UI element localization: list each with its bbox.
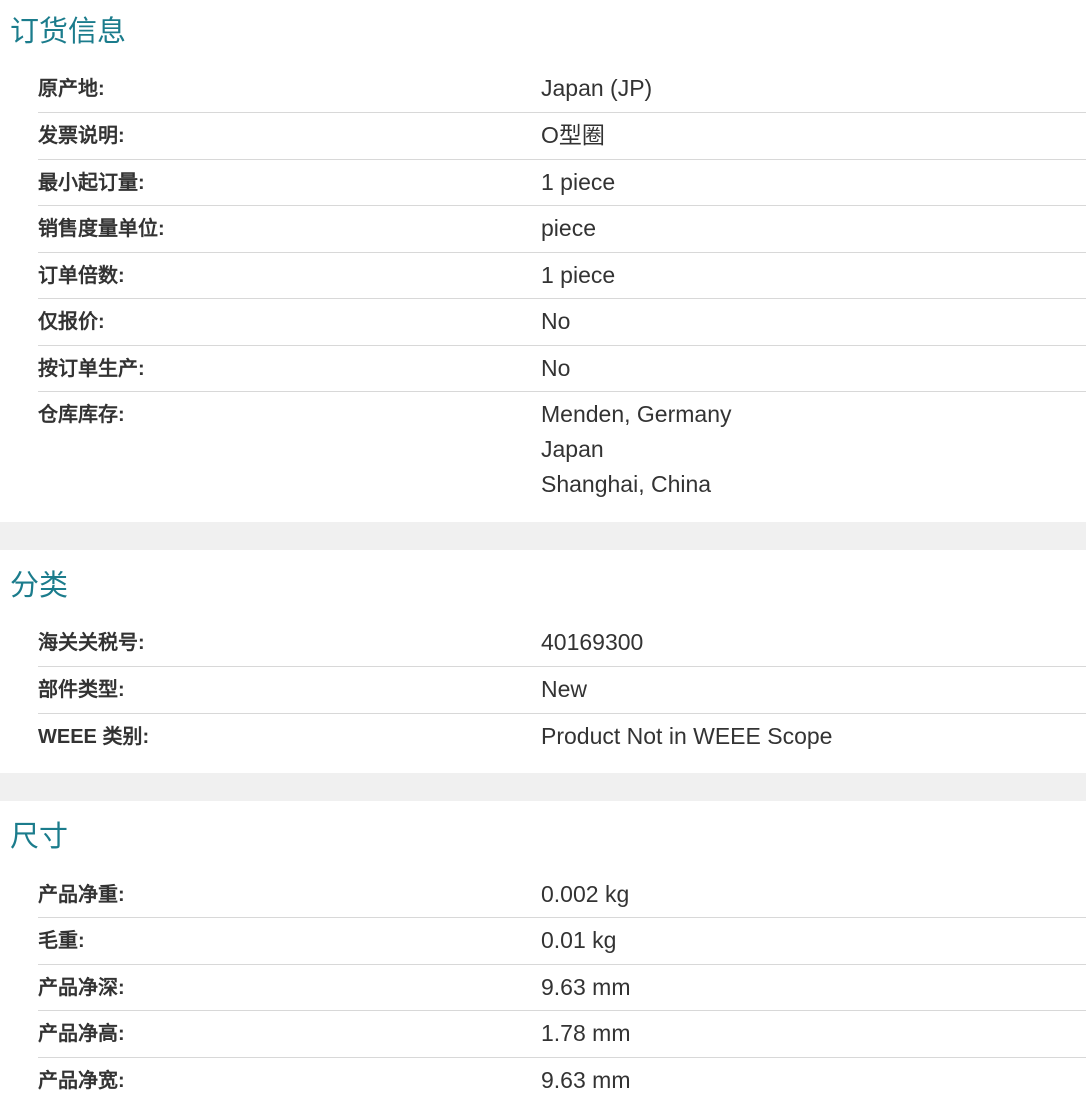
- row-value: 9.63 mm: [541, 974, 631, 1000]
- row-net-height: 产品净高: 1.78 mm: [38, 1011, 1086, 1058]
- row-label: 按订单生产:: [38, 358, 145, 380]
- row-label: 毛重:: [38, 930, 85, 952]
- row-label: 原产地:: [38, 78, 105, 100]
- row-label: 最小起订量:: [38, 172, 145, 194]
- row-value: 9.63 mm: [541, 1067, 631, 1093]
- row-value: Japan (JP): [541, 75, 653, 101]
- row-quote-only: 仅报价: No: [38, 299, 1086, 346]
- row-label: 产品净重:: [38, 884, 125, 906]
- dimensions-section: 尺寸 产品净重: 0.002 kg 毛重: 0.01 kg 产品净深: 9.63…: [0, 801, 1086, 1116]
- row-value: 1 piece: [541, 169, 616, 195]
- row-label: 销售度量单位:: [38, 218, 165, 240]
- warehouse-shanghai: Shanghai, China: [541, 471, 712, 497]
- row-net-depth: 产品净深: 9.63 mm: [38, 965, 1086, 1011]
- dimensions-rows: 产品净重: 0.002 kg 毛重: 0.01 kg 产品净深: 9.63 mm…: [38, 872, 1086, 1104]
- classification-rows: 海关关税号: 40169300 部件类型: New WEEE 类别: Produ…: [38, 620, 1086, 760]
- row-label: 订单倍数:: [38, 265, 125, 287]
- row-label: 海关关税号:: [38, 632, 145, 654]
- row-value: 40169300: [541, 629, 644, 655]
- row-value: 1 piece: [541, 262, 616, 288]
- dimensions-title: 尺寸: [10, 821, 69, 853]
- row-value: Menden, Germany Japan Shanghai, China: [541, 392, 1086, 510]
- row-min-order-qty: 最小起订量: 1 piece: [38, 160, 1086, 206]
- classification-title: 分类: [10, 570, 69, 602]
- warehouse-menden: Menden, Germany: [541, 401, 732, 427]
- row-label: 产品净高:: [38, 1023, 125, 1045]
- row-label: 发票说明:: [38, 125, 125, 147]
- row-label: 部件类型:: [38, 679, 125, 701]
- row-part-type: 部件类型: New: [38, 667, 1086, 714]
- row-label: WEEE 类别:: [38, 726, 150, 748]
- row-value: 1.78 mm: [541, 1020, 631, 1046]
- row-invoice-description: 发票说明: O型圈: [38, 113, 1086, 160]
- row-gross-weight: 毛重: 0.01 kg: [38, 918, 1086, 965]
- row-origin: 原产地: Japan (JP): [38, 66, 1086, 113]
- section-separator: [0, 522, 1086, 550]
- row-value: Product Not in WEEE Scope: [541, 723, 833, 749]
- row-net-weight: 产品净重: 0.002 kg: [38, 872, 1086, 918]
- row-label: 仅报价:: [38, 311, 105, 333]
- row-value: New: [541, 676, 588, 702]
- classification-section: 分类 海关关税号: 40169300 部件类型: New WEEE 类别: Pr…: [0, 550, 1086, 773]
- row-order-multiple: 订单倍数: 1 piece: [38, 253, 1086, 299]
- row-made-to-order: 按订单生产: No: [38, 346, 1086, 392]
- row-value: piece: [541, 215, 596, 241]
- row-label: 产品净深:: [38, 977, 125, 999]
- row-value: 0.01 kg: [541, 927, 617, 953]
- warehouse-japan: Japan: [541, 436, 604, 462]
- row-label: 产品净宽:: [38, 1070, 125, 1092]
- ordering-title: 订货信息: [10, 16, 127, 48]
- row-sales-uom: 销售度量单位: piece: [38, 206, 1086, 253]
- row-value: O型圈: [541, 122, 605, 148]
- row-value: 0.002 kg: [541, 881, 630, 907]
- row-weee-category: WEEE 类别: Product Not in WEEE Scope: [38, 714, 1086, 760]
- row-net-width: 产品净宽: 9.63 mm: [38, 1058, 1086, 1104]
- row-warehouse-stock: 仓库库存: Menden, Germany Japan Shanghai, Ch…: [38, 392, 1086, 510]
- row-customs-tariff: 海关关税号: 40169300: [38, 620, 1086, 667]
- row-value: No: [541, 355, 571, 381]
- row-value: No: [541, 308, 571, 334]
- section-separator: [0, 773, 1086, 801]
- row-label: 仓库库存:: [38, 404, 125, 426]
- ordering-rows: 原产地: Japan (JP) 发票说明: O型圈 最小起订量: 1 piece…: [38, 66, 1086, 510]
- ordering-section: 订货信息 原产地: Japan (JP) 发票说明: O型圈 最小起订量: 1 …: [0, 0, 1086, 522]
